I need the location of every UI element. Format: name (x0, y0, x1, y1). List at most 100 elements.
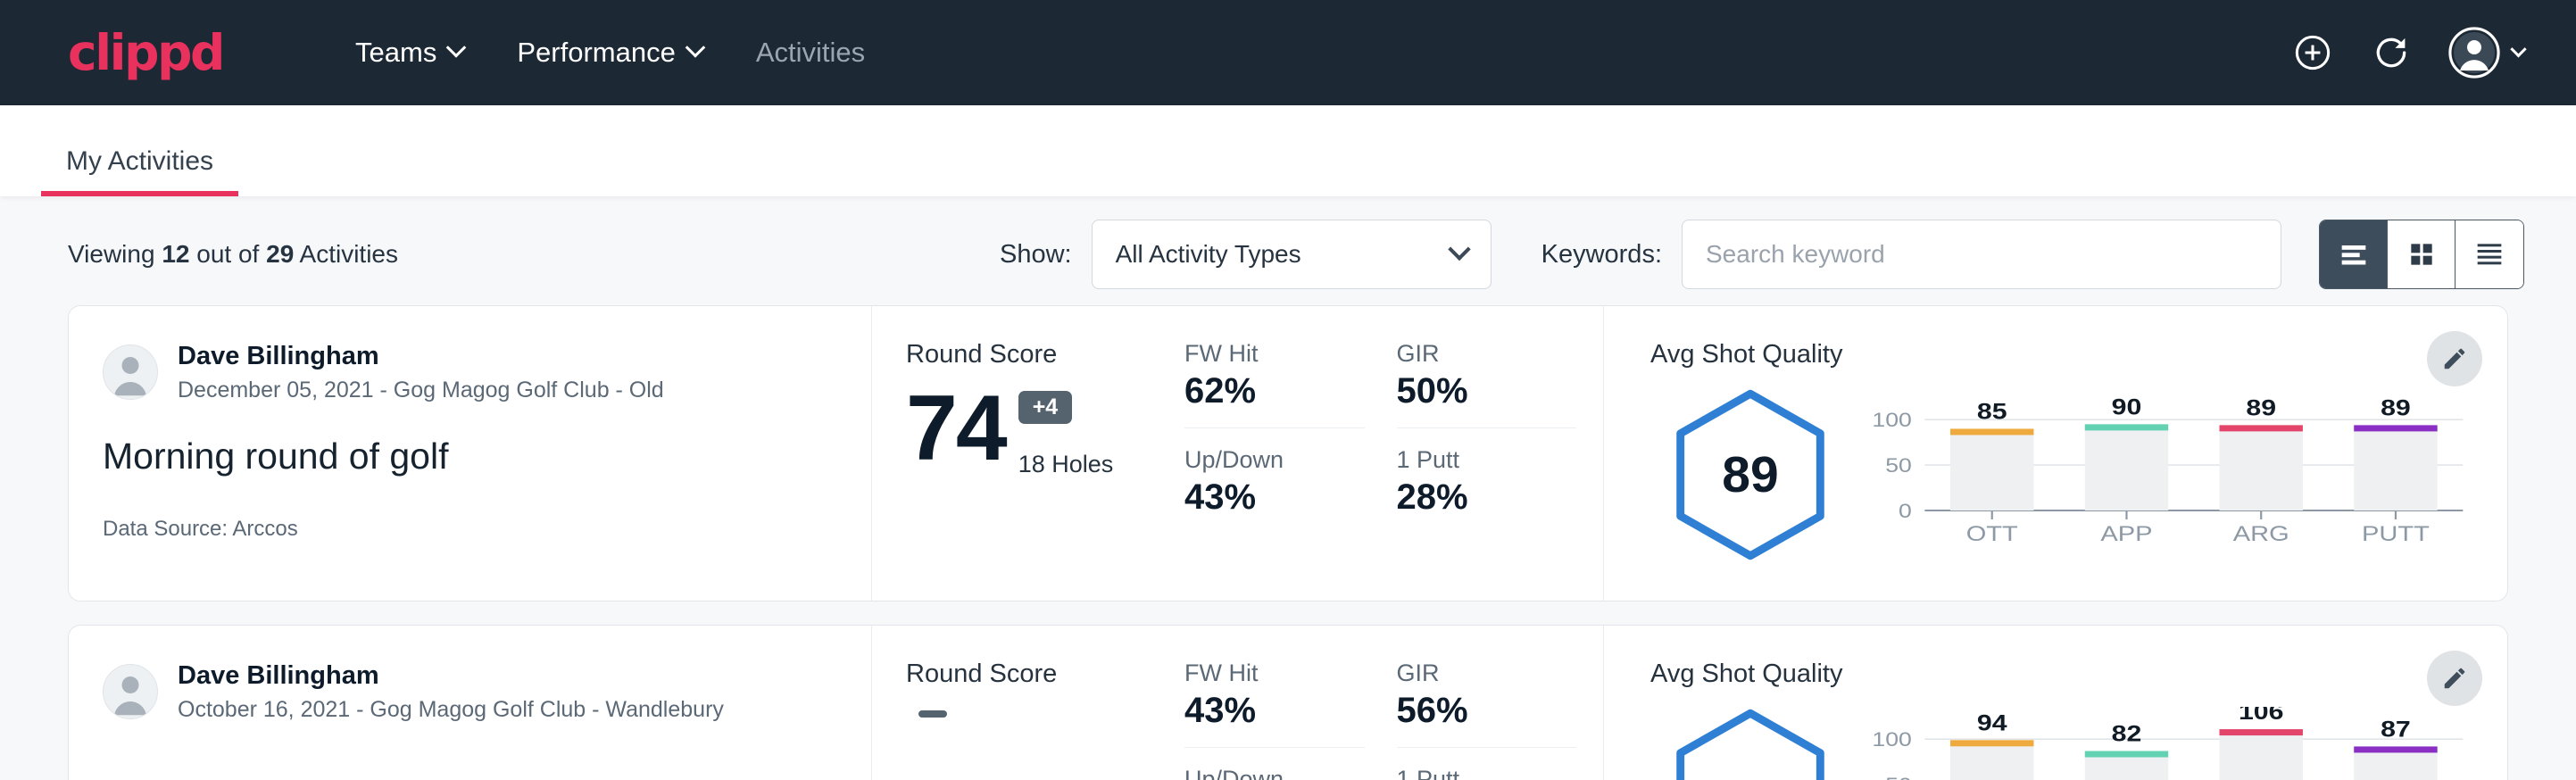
svg-text:82: 82 (2112, 721, 2142, 746)
chevron-down-icon (2510, 41, 2526, 57)
show-label: Show: (1000, 240, 1072, 270)
nav-item-performance-label: Performance (517, 37, 675, 69)
svg-text:94: 94 (1977, 710, 2007, 735)
svg-text:100: 100 (1872, 410, 1911, 431)
activity-type-select-value: All Activity Types (1116, 240, 1301, 269)
search-input-placeholder: Search keyword (1706, 240, 1885, 269)
list-view-icon (2336, 236, 2372, 272)
avg-shot-quality-value: 89 (1671, 387, 1830, 562)
pencil-icon (2441, 665, 2468, 692)
nav-item-activities[interactable]: Activities (729, 26, 892, 79)
stat-value: 62% (1184, 371, 1340, 411)
holes-label: 18 Holes (1018, 451, 1114, 478)
viewing-count: 12 (162, 240, 189, 268)
shot-quality-chart: 05010094OTT82APP106ARG87PUTT (1850, 701, 2472, 780)
round-score-row: 74 +4 18 Holes (906, 378, 1184, 478)
round-score-label: Round Score (906, 340, 1184, 369)
nav-item-teams-label: Teams (355, 37, 436, 69)
svg-text:0: 0 (1899, 501, 1912, 522)
edit-activity-button[interactable] (2427, 651, 2482, 706)
shot-quality-chart: 05010085OTT90APP89ARG89PUTT (1850, 382, 2472, 552)
chevron-down-icon (446, 37, 467, 58)
shot-quality-bar-chart: 05010085OTT90APP89ARG89PUTT (1866, 387, 2472, 548)
person-icon (104, 344, 157, 400)
account-menu[interactable] (2448, 27, 2524, 79)
avg-shot-quality-value (1671, 707, 1830, 780)
round-score-block: Round Score (872, 626, 1184, 780)
activity-data-source: Data Source: Arccos (103, 517, 844, 542)
keywords-label: Keywords: (1541, 240, 1662, 270)
avg-shot-quality-body: 89 05010085OTT90APP89ARG89PUTT (1650, 382, 2472, 562)
tab-my-activities-label: My Activities (66, 146, 213, 176)
stat-label: Up/Down (1184, 766, 1340, 780)
svg-text:APP: APP (2100, 521, 2152, 545)
stat-up-down: Up/Down (1184, 748, 1365, 780)
avatar-icon (2448, 27, 2500, 79)
player-name: Dave Billingham (178, 340, 664, 372)
view-mode-compact-button[interactable] (2456, 220, 2523, 288)
activity-list: Dave Billingham December 05, 2021 - Gog … (0, 305, 2576, 780)
activity-info: Dave Billingham December 05, 2021 - Gog … (69, 306, 872, 601)
chevron-down-icon (1448, 238, 1470, 261)
activity-card[interactable]: Dave Billingham December 05, 2021 - Gog … (68, 305, 2508, 602)
stat-value: 28% (1397, 477, 1552, 518)
svg-text:50: 50 (1885, 455, 1912, 477)
compact-view-icon (2472, 236, 2507, 272)
edit-activity-button[interactable] (2427, 331, 2482, 386)
refresh-button[interactable] (2370, 31, 2413, 74)
svg-text:OTT: OTT (1966, 521, 2018, 545)
stat-label: FW Hit (1184, 340, 1340, 368)
view-mode-list-button[interactable] (2320, 220, 2388, 288)
stat-one-putt: 1 Putt 28% (1397, 428, 1577, 518)
stat-label: 1 Putt (1397, 766, 1552, 780)
header-actions (2291, 27, 2524, 79)
stat-one-putt: 1 Putt (1397, 748, 1577, 780)
add-activity-button[interactable] (2291, 31, 2334, 74)
refresh-icon (2372, 33, 2411, 72)
score-to-par-badge (918, 710, 947, 718)
activity-type-select[interactable]: All Activity Types (1092, 220, 1492, 289)
round-score-side: +4 18 Holes (1006, 378, 1114, 478)
grid-view-icon (2404, 236, 2439, 272)
viewing-suffix: Activities (300, 240, 398, 268)
player-row: Dave Billingham October 16, 2021 - Gog M… (103, 660, 844, 725)
score-to-par-badge: +4 (1018, 391, 1073, 424)
nav-item-performance[interactable]: Performance (490, 26, 728, 79)
activity-card[interactable]: Dave Billingham October 16, 2021 - Gog M… (68, 625, 2508, 780)
round-score-row (906, 698, 1184, 743)
stat-value: 43% (1184, 477, 1340, 518)
shot-quality-hexagon: 89 (1671, 387, 1830, 562)
view-mode-toggle (2319, 220, 2524, 289)
nav-item-activities-label: Activities (756, 37, 865, 69)
activity-stats: FW Hit 43% GIR 56% Up/Down 1 Putt (1184, 626, 1604, 780)
stat-gir: GIR 56% (1397, 660, 1577, 748)
pencil-icon (2441, 345, 2468, 372)
nav-item-teams[interactable]: Teams (328, 26, 490, 79)
shot-quality-hex-wrap: 89 (1650, 382, 1850, 562)
svg-text:90: 90 (2112, 394, 2142, 419)
viewing-prefix: Viewing (68, 240, 155, 268)
main-navigation: Teams Performance Activities (328, 26, 892, 79)
activity-info: Dave Billingham October 16, 2021 - Gog M… (69, 626, 872, 780)
svg-text:106: 106 (2239, 707, 2283, 724)
avatar (103, 664, 158, 719)
avg-shot-quality-label: Avg Shot Quality (1650, 340, 2472, 369)
app-header: clippd Teams Performance Activities (0, 0, 2576, 105)
stat-label: FW Hit (1184, 660, 1340, 687)
stat-value: 56% (1397, 691, 1552, 731)
stat-label: Up/Down (1184, 446, 1340, 474)
avg-shot-quality-block: Avg Shot Quality 89 05010085OTT90APP89AR… (1604, 306, 2507, 601)
stat-value: 50% (1397, 371, 1552, 411)
shot-quality-bar-chart: 05010094OTT82APP106ARG87PUTT (1866, 707, 2472, 780)
stat-label: GIR (1397, 340, 1552, 368)
player-text: Dave Billingham December 05, 2021 - Gog … (178, 340, 664, 405)
tab-my-activities[interactable]: My Activities (41, 146, 238, 196)
viewing-total: 29 (266, 240, 294, 268)
activity-meta: December 05, 2021 - Gog Magog Golf Club … (178, 376, 664, 405)
svg-text:50: 50 (1885, 775, 1912, 780)
svg-text:85: 85 (1977, 399, 2007, 424)
view-mode-grid-button[interactable] (2388, 220, 2456, 288)
search-input[interactable]: Search keyword (1682, 220, 2281, 289)
clippd-logo[interactable]: clippd (68, 29, 223, 78)
avg-shot-quality-body: 05010094OTT82APP106ARG87PUTT (1650, 701, 2472, 780)
